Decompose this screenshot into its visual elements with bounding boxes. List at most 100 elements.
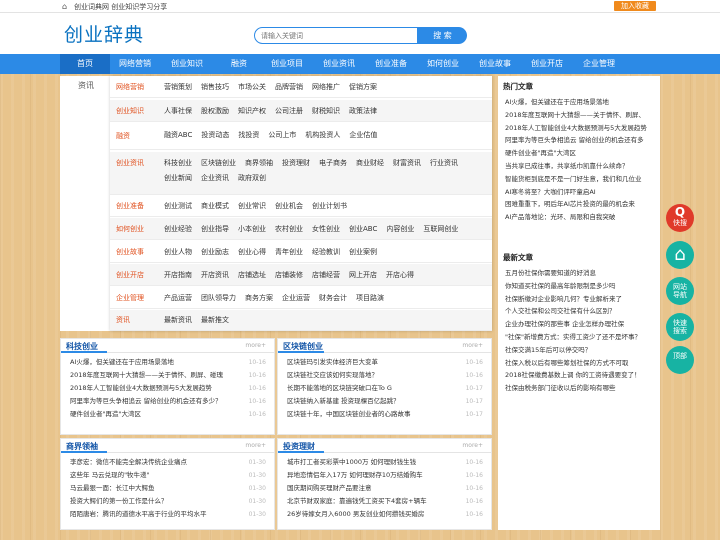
mega-link[interactable]: 互联网创业 — [423, 224, 458, 235]
article-link[interactable]: 马云最狠一面：长江中大鳄鱼 — [70, 482, 155, 495]
article-link[interactable]: 2018年度互联网十大猜想——关于情怀、刷屏、碰瑰 — [70, 369, 223, 382]
article-link[interactable]: 26岁待嫁女月入6000 男友创业如何攒钱买婚房 — [287, 508, 424, 521]
sidebar-link[interactable]: 硬件创业者"再造"大湾区 — [505, 147, 576, 157]
mega-link[interactable]: 融资ABC — [164, 130, 192, 141]
mega-link[interactable]: 商业财经 — [356, 156, 384, 171]
search-input[interactable] — [254, 27, 418, 44]
article-link[interactable]: 陌陌唐岩：腾讯的道德水平高于行业的平均水平 — [70, 508, 207, 521]
mega-link[interactable]: 政府双创 — [238, 171, 266, 186]
add-favorite-button[interactable]: 加入收藏 — [614, 1, 656, 11]
home-icon[interactable]: ⌂ — [62, 2, 67, 11]
mega-link[interactable]: 财富资讯 — [393, 156, 421, 171]
mega-link[interactable]: 创业测试 — [164, 201, 192, 212]
mega-category[interactable]: 创业故事 — [116, 241, 144, 263]
sidebar-link[interactable]: 五月份社保你需要知道的好消息 — [505, 267, 596, 277]
mega-link[interactable]: 行业资讯 — [430, 156, 458, 171]
mega-link[interactable]: 公司注册 — [275, 106, 303, 117]
mega-link[interactable]: 商务方案 — [245, 293, 273, 304]
mega-link[interactable]: 市场公关 — [238, 82, 266, 93]
sidebar-link[interactable]: 2018年度互联网十大猜想——关于情怀、刷屏、 — [505, 109, 645, 119]
float-button[interactable]: 快速搜索 — [666, 313, 694, 341]
mega-link[interactable]: 企业运营 — [282, 293, 310, 304]
nav-item[interactable]: 首页 — [60, 54, 110, 74]
sidebar-link[interactable]: 社保断缴对企业影响几何？专业解析来了 — [505, 293, 622, 303]
sidebar-link[interactable]: 困难重重下，明后年AI芯片投资的最的机会来 — [505, 198, 635, 208]
sidebar-link[interactable]: "社保"新增费方式：实得工资少了还不是坏事？ — [505, 331, 641, 341]
mega-link[interactable]: 电子商务 — [319, 156, 347, 171]
sidebar-link[interactable]: 2018年人工智能创业4大数据预测与5大发展趋势 — [505, 122, 647, 132]
more-link[interactable]: more+ — [245, 442, 266, 449]
article-link[interactable]: 国庆期间购买理财产品要注意 — [287, 482, 372, 495]
mega-link[interactable]: 公司上市 — [268, 130, 296, 141]
mega-link[interactable]: 机构投资人 — [305, 130, 340, 141]
mega-link[interactable]: 找投资 — [238, 130, 259, 141]
site-logo[interactable]: 创业辞典 — [64, 20, 144, 47]
mega-link[interactable]: 创业人物 — [164, 247, 192, 258]
mega-link[interactable]: 产品运营 — [164, 293, 192, 304]
mega-link[interactable]: 开店资讯 — [201, 270, 229, 281]
mega-link[interactable]: 创业常识 — [238, 201, 266, 212]
search-button[interactable]: 搜 索 — [418, 27, 467, 44]
mega-category[interactable]: 企业管理 — [116, 287, 144, 309]
mega-link[interactable]: 最新推文 — [201, 315, 229, 326]
mega-link[interactable]: 女性创业 — [312, 224, 340, 235]
sidebar-link[interactable]: 当共享已成往事，共享纸巾凯靠什么续命？ — [505, 160, 629, 170]
mega-link[interactable]: 创业经验 — [164, 224, 192, 235]
mega-category[interactable]: 网络营销 — [116, 76, 144, 98]
mega-link[interactable]: 店铺装修 — [275, 270, 303, 281]
mega-link[interactable]: 商业模式 — [201, 201, 229, 212]
sidebar-link[interactable]: AI火爆，但关键还在于应用场景落地 — [505, 96, 609, 106]
article-link[interactable]: 投资大鳄们的第一份工作是什么？ — [70, 495, 168, 508]
sidebar-link[interactable]: 社保交满15年后可以停交吗？ — [505, 344, 591, 354]
mega-category[interactable]: 资讯 — [116, 310, 130, 331]
sidebar-link[interactable]: AI寒冬将至？大咖们评吓童启AI — [505, 186, 596, 196]
sidebar-link[interactable]: 你知道买社保的最高年龄限制是多少吗 — [505, 280, 616, 290]
mega-link[interactable]: 店铺选址 — [238, 270, 266, 281]
more-link[interactable]: more+ — [462, 342, 483, 349]
mega-link[interactable]: 企业资讯 — [201, 171, 229, 186]
sidebar-link[interactable]: 个人交社保和公司交社保有什么区别？ — [505, 305, 616, 315]
mega-category[interactable]: 创业开店 — [116, 264, 144, 286]
float-button[interactable]: 顶部 — [666, 346, 694, 374]
sidebar-link[interactable]: 社保由税务部门征收以后的影响有哪些 — [505, 382, 616, 392]
mega-link[interactable]: 小本创业 — [238, 224, 266, 235]
article-link[interactable]: 李彦宏：微信不能完全解决传统企业痛点 — [70, 456, 187, 469]
float-button[interactable]: ⌂ — [666, 241, 694, 269]
mega-link[interactable]: 创业心得 — [238, 247, 266, 258]
article-link[interactable]: 城市打工者买彩票中1000万 如何理财钱生钱 — [287, 456, 416, 469]
mega-link[interactable]: 内容创业 — [386, 224, 414, 235]
article-link[interactable]: 阿里率为等巨头争相追云 留给创业的机会还有多少？ — [70, 395, 222, 408]
mega-category[interactable]: 创业资讯 — [116, 152, 144, 174]
mega-link[interactable]: 投资动态 — [201, 130, 229, 141]
mega-link[interactable]: 开店指南 — [164, 270, 192, 281]
nav-item[interactable]: 融资 — [214, 54, 264, 74]
mega-link[interactable]: 创业计划书 — [312, 201, 347, 212]
nav-item[interactable]: 如何创业 — [418, 54, 468, 74]
article-link[interactable]: 区块链玛引发实体经济巨大变革 — [287, 356, 378, 369]
more-link[interactable]: more+ — [462, 442, 483, 449]
more-link[interactable]: more+ — [245, 342, 266, 349]
mega-link[interactable]: 知识产权 — [238, 106, 266, 117]
sidebar-link[interactable]: 企业办理社保的那些事 企业怎样办理社保 — [505, 318, 624, 328]
nav-item[interactable]: 网络营销 — [110, 54, 160, 74]
mega-link[interactable]: 网络推广 — [312, 82, 340, 93]
article-link[interactable]: 这些年 马云兑现的"牧牛递" — [70, 469, 150, 482]
mega-link[interactable]: 经验教训 — [312, 247, 340, 258]
mega-link[interactable]: 创业案例 — [349, 247, 377, 258]
mega-link[interactable]: 创业新闻 — [164, 171, 192, 186]
mega-category[interactable]: 创业知识 — [116, 100, 144, 122]
float-button[interactable]: 网站导航 — [666, 277, 694, 305]
article-link[interactable]: 异地恋情侣年入17万 如何理财存10万结婚购车 — [287, 469, 423, 482]
mega-link[interactable]: 店铺经营 — [312, 270, 340, 281]
mega-link[interactable]: 青年创业 — [275, 247, 303, 258]
mega-link[interactable]: 开店心得 — [386, 270, 414, 281]
mega-link[interactable]: 股权激励 — [201, 106, 229, 117]
nav-item[interactable]: 创业故事 — [470, 54, 520, 74]
nav-item[interactable]: 创业知识 — [162, 54, 212, 74]
article-link[interactable]: 长期不能落地的区块链突破口在To G — [287, 382, 392, 395]
sidebar-link[interactable]: 阿里率为等巨头争相追云 留给创业的机会还有多 — [505, 134, 644, 144]
mega-link[interactable]: 区块链创业 — [201, 156, 236, 171]
mega-category[interactable]: 融资 — [116, 122, 130, 150]
article-link[interactable]: 区块链社交应该如何实现落地？ — [287, 369, 378, 382]
mega-category[interactable]: 创业准备 — [116, 195, 144, 217]
